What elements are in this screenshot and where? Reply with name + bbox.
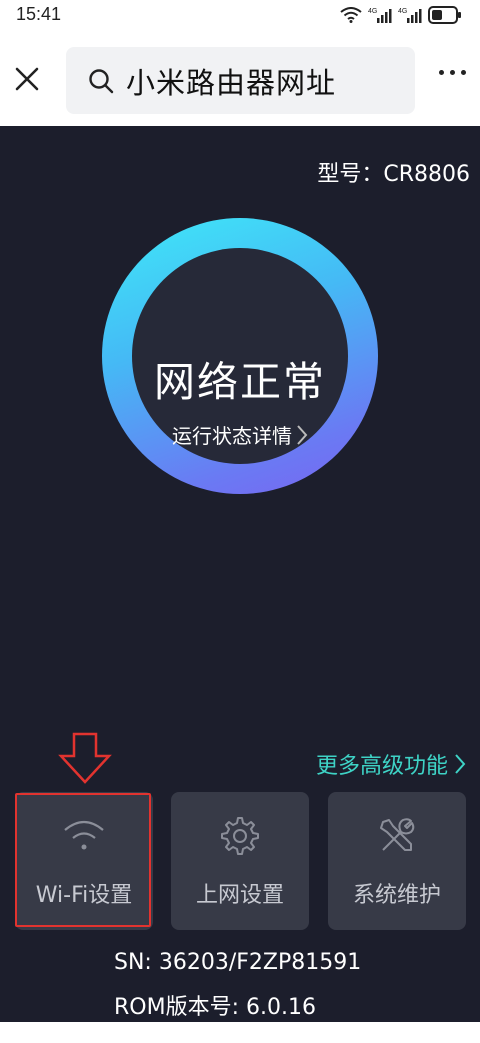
search-input[interactable]: 小米路由器网址 xyxy=(66,47,415,114)
network-status-text: 网络正常 xyxy=(154,358,326,406)
signal-label-1: 4G xyxy=(368,8,377,15)
chevron-right-icon xyxy=(455,754,466,774)
gear-icon xyxy=(221,817,259,855)
status-detail-link[interactable]: 运行状态详情 xyxy=(132,420,348,449)
bottom-bar xyxy=(0,1022,480,1043)
browser-search-bar: 小米路由器网址 xyxy=(0,32,480,126)
serial-number: SN: 36203/F2ZP81591 xyxy=(114,950,362,975)
chevron-right-icon xyxy=(297,424,308,445)
wifi-settings-label: Wi-Fi设置 xyxy=(35,883,133,908)
network-status-ring[interactable]: 网络正常 运行状态详情 xyxy=(102,218,378,494)
status-bar: 15:41 4G 4G xyxy=(0,0,480,32)
close-button[interactable] xyxy=(10,62,44,96)
more-advanced-functions-link[interactable]: 更多高级功能 xyxy=(316,748,466,780)
status-detail-label: 运行状态详情 xyxy=(172,424,292,448)
internet-settings-label: 上网设置 xyxy=(195,883,284,908)
more-functions-label: 更多高级功能 xyxy=(315,754,448,779)
search-icon xyxy=(89,68,114,93)
status-icons: 4G 4G xyxy=(340,6,462,24)
arrow-down-icon xyxy=(58,732,112,784)
cellular-signal-icon-2: 4G xyxy=(398,8,422,23)
wifi-settings-tile[interactable]: Wi-Fi设置 xyxy=(15,792,153,930)
wifi-icon xyxy=(64,820,104,850)
router-model: 型号：CR8806 xyxy=(317,162,470,187)
wifi-status-icon xyxy=(340,7,362,23)
more-dot-icon xyxy=(450,70,455,75)
network-status-core: 网络正常 运行状态详情 xyxy=(132,248,348,464)
battery-icon xyxy=(428,6,461,24)
more-dot-icon xyxy=(461,70,466,75)
signal-label-2: 4G xyxy=(398,8,407,15)
more-options-button[interactable] xyxy=(439,70,466,75)
internet-settings-tile[interactable]: 上网设置 xyxy=(171,792,309,930)
search-text: 小米路由器网址 xyxy=(126,65,337,100)
cellular-signal-icon: 4G xyxy=(368,8,392,23)
tools-icon xyxy=(380,818,415,851)
close-icon xyxy=(15,67,39,91)
more-dot-icon xyxy=(439,70,444,75)
status-time: 15:41 xyxy=(16,4,62,24)
system-maintenance-label: 系统维护 xyxy=(352,883,441,908)
system-maintenance-tile[interactable]: 系统维护 xyxy=(328,792,466,930)
rom-version: ROM版本号: 6.0.16 xyxy=(114,995,316,1020)
